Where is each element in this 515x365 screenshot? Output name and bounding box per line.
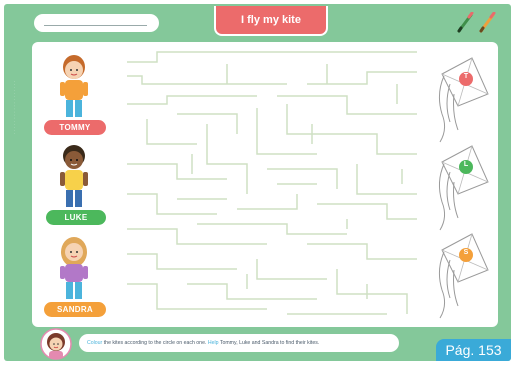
instruction-text-2: Tommy, Luke and Sandra to find their kit… [218,340,320,346]
page-title: I fly my kite [214,6,328,36]
instructions-bar: Colour the kites according to the circle… [79,334,399,352]
kite-luke[interactable] [432,142,492,232]
green-pencil-icon [457,12,474,33]
name-field[interactable] [34,14,159,32]
teacher-avatar-icon [40,328,72,360]
orange-pencil-icon [479,12,496,33]
sandra-figure [60,237,88,299]
instruction-text-1: the kites according to the circle on eac… [102,340,208,346]
instruction-help-word: Help [207,340,219,346]
kite-sandra-letter: S [463,249,469,256]
side-code-decoration: · · · · · · · · · · · · · · · · · · [12,80,17,134]
luke-figure [60,145,88,207]
tommy-figure [60,55,88,117]
luke-label: LUKE [46,210,106,225]
kite-luke-letter: L [463,161,469,168]
kite-tommy-letter: T [463,73,469,80]
sandra-label: SANDRA [44,302,106,317]
tommy-label: TOMMY [44,120,106,135]
activity-board: TOMMY LUKE SANDRA T L S [32,42,498,327]
page-number-badge: Pág. 153 [436,339,511,361]
instruction-colour-word: Colour [87,340,103,346]
worksheet-page: I fly my kite · · · · · · · · · · · · · … [4,4,511,361]
kite-sandra[interactable] [432,230,492,320]
maze[interactable] [117,44,427,324]
kite-tommy[interactable] [432,54,492,144]
